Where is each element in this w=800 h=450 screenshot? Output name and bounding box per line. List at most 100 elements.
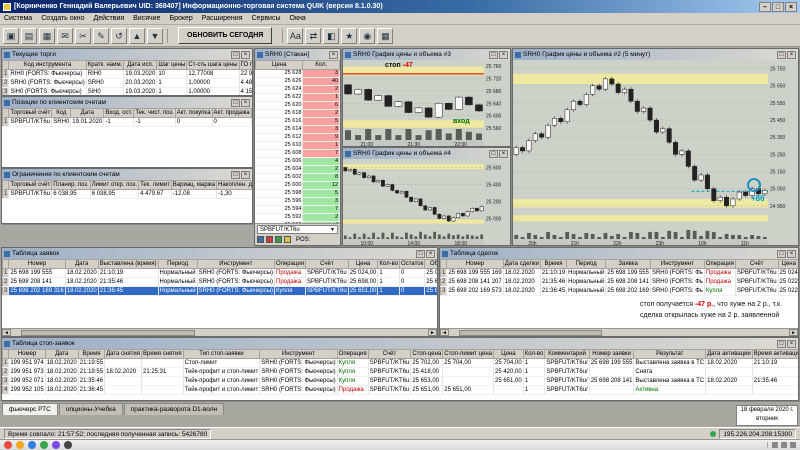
workspace-tab[interactable]: опционы-Учебка	[59, 403, 123, 415]
column-header[interactable]: Объём	[425, 260, 437, 269]
column-header[interactable]: Вариац. маржа	[171, 181, 216, 190]
scroll-left-icon[interactable]: ◄	[440, 329, 449, 336]
column-header[interactable]: Номер	[9, 350, 45, 359]
orderbook-row[interactable]: 25 62640	[256, 78, 340, 86]
column-header[interactable]: Стоп-цена	[411, 350, 443, 359]
column-header[interactable]: Дата	[65, 260, 98, 269]
toolbar-icon[interactable]: ✂	[75, 28, 91, 44]
column-header[interactable]: Период	[567, 260, 606, 269]
column-header[interactable]: Дата	[45, 350, 78, 359]
app-shortcut-icon[interactable]	[64, 441, 72, 449]
column-header[interactable]: Лимит откр. поз.	[90, 181, 138, 190]
panel-maximize-button[interactable]: □	[777, 250, 786, 258]
panel-close-button[interactable]: ×	[499, 51, 508, 59]
column-header-price[interactable]: Цена	[256, 61, 303, 70]
column-header[interactable]: Код инструмента	[9, 61, 86, 70]
panel-close-button[interactable]: ×	[426, 250, 435, 258]
panel-close-button[interactable]: ×	[787, 250, 796, 258]
tray-icon[interactable]	[790, 442, 796, 448]
orderbook-row[interactable]: 25 6129	[256, 134, 340, 142]
orderbook-row[interactable]: 25 6182	[256, 110, 340, 118]
column-header[interactable]: Операция	[704, 260, 735, 269]
toolbar-icon[interactable]: ▦	[377, 28, 393, 44]
table-row[interactable]: 125 698 199 55518.02.202021:10:19Нормаль…	[3, 269, 438, 278]
orderbook-row[interactable]: 25 5985	[256, 190, 340, 198]
table-row[interactable]: 225 698 208 14118.02.202021:35:46Нормаль…	[3, 278, 438, 287]
panel-maximize-button[interactable]: □	[231, 99, 240, 107]
column-header[interactable]: Инструмент	[260, 350, 337, 359]
scroll-right-icon[interactable]: ►	[428, 329, 437, 336]
column-header[interactable]: Дата сделки	[503, 260, 540, 269]
column-header[interactable]: Тип стоп-заявки	[183, 350, 260, 359]
menu-item[interactable]: Брокер	[169, 15, 192, 22]
table-row[interactable]: 325 698 202 169 57318.02.202021:36:45Нор…	[441, 287, 799, 296]
panel-maximize-button[interactable]: □	[777, 51, 786, 59]
table-row[interactable]: 1SPBFUT/KT6u6 038,956 038,954 479,67-12,…	[3, 190, 253, 199]
scroll-left-icon[interactable]: ◄	[2, 329, 11, 336]
panel-close-button[interactable]: ×	[241, 51, 250, 59]
orderbook-row[interactable]: 25 6165	[256, 118, 340, 126]
column-header[interactable]: Операция	[337, 350, 368, 359]
menu-item[interactable]: Создать окно	[41, 15, 84, 22]
column-header[interactable]: Остаток	[400, 260, 425, 269]
menu-item[interactable]: Система	[4, 15, 32, 22]
column-header[interactable]: Результат	[634, 350, 706, 359]
toolbar-icon[interactable]: ◉	[359, 28, 375, 44]
toolbar-icon[interactable]: ⇄	[305, 28, 321, 44]
column-header[interactable]: Дата активации	[706, 350, 753, 359]
scroll-thumb[interactable]	[21, 330, 195, 336]
toolbar-icon[interactable]: ✉	[57, 28, 73, 44]
panel-close-button[interactable]: ×	[787, 340, 796, 348]
panel-maximize-button[interactable]: □	[231, 51, 240, 59]
column-header[interactable]: Комментарий	[545, 350, 589, 359]
column-header[interactable]: Кол-во	[523, 350, 545, 359]
panel-close-button[interactable]: ×	[241, 99, 250, 107]
browser-icon[interactable]	[16, 441, 24, 449]
menu-item[interactable]: Окна	[290, 15, 306, 22]
column-header[interactable]: ГО покупателя	[239, 61, 252, 70]
column-header[interactable]: Цена	[348, 260, 378, 269]
orderbook-row[interactable]: 25 6206	[256, 102, 340, 110]
column-header[interactable]: Шаг цены	[157, 61, 187, 70]
scroll-right-icon[interactable]: ►	[789, 329, 798, 336]
orderbook-row[interactable]: 25 60012	[256, 182, 340, 190]
reverse-button[interactable]	[284, 236, 291, 243]
table-row[interactable]: 2199 951 97318.02.202021:19:5518.02.2020…	[3, 368, 799, 377]
sell-button[interactable]	[266, 236, 273, 243]
app-shortcut-icon[interactable]	[40, 441, 48, 449]
menu-item[interactable]: Расширения	[202, 15, 243, 22]
table-row[interactable]: 3SiH0 (FORTS: Фьючерсы)SiH019.03.202011,…	[3, 88, 253, 96]
table-row[interactable]: 4199 952 10518.02.202021:36:45Тейк-профи…	[3, 386, 799, 395]
orderbook-row[interactable]: 25 6221	[256, 94, 340, 102]
column-header[interactable]: Вход. ост.	[104, 109, 134, 118]
orderbook-row[interactable]: 25 6064	[256, 158, 340, 166]
account-select[interactable]: SPBFUT/KT6u ▼	[257, 225, 338, 234]
panel-close-button[interactable]: ×	[329, 51, 338, 59]
toolbar-icon[interactable]: ▦	[39, 28, 55, 44]
column-header[interactable]: Тек. лимит	[139, 181, 172, 190]
toolbar-icon[interactable]: ▲	[129, 28, 145, 44]
table-row[interactable]: 1SPBFUT/KT6uSRH019.01.2020-1-100-12,90	[3, 118, 253, 127]
column-header[interactable]: Планир. поз.	[52, 181, 90, 190]
toolbar-icon[interactable]: Aa	[287, 28, 303, 44]
column-header[interactable]: Дата	[71, 109, 104, 118]
toolbar-icon[interactable]: ↺	[111, 28, 127, 44]
price-chart[interactable]: 25 76025 72025 68025 64025 60025 56021:0…	[343, 60, 510, 146]
workspace-tab[interactable]: практика-разворота D1-волн	[124, 403, 224, 415]
menu-item[interactable]: Висячие	[133, 15, 160, 22]
toolbar-icon[interactable]: ◧	[323, 28, 339, 44]
buy-button[interactable]	[257, 236, 264, 243]
column-header[interactable]: Тек. чист. поз.	[134, 109, 175, 118]
column-header[interactable]: Время	[78, 350, 104, 359]
close-position-button[interactable]	[275, 236, 282, 243]
column-header[interactable]: Инструмент	[650, 260, 704, 269]
workspace-tab[interactable]: фьючерс РТС	[2, 403, 58, 415]
column-header[interactable]: Счёт	[368, 350, 411, 359]
column-header[interactable]: Время снятия	[141, 350, 183, 359]
column-header[interactable]: Заявка	[606, 260, 651, 269]
column-header[interactable]: Стоп-лимит цена	[443, 350, 494, 359]
panel-close-button[interactable]: ×	[241, 171, 250, 179]
orderbook-row[interactable]: 25 5947	[256, 206, 340, 214]
column-header-qty[interactable]: Кол.	[303, 61, 340, 70]
horizontal-scrollbar[interactable]: ◄ ►	[440, 328, 798, 336]
